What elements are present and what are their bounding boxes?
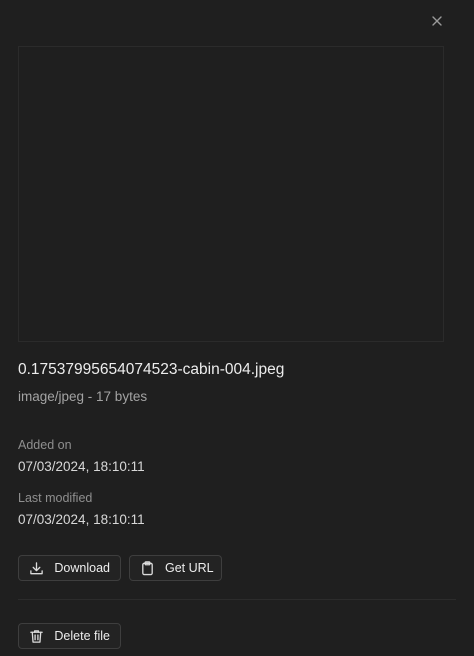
- download-icon: [29, 560, 44, 576]
- delete-file-label: Delete file: [54, 629, 110, 643]
- get-url-label: Get URL: [165, 561, 214, 575]
- added-on-value: 07/03/2024, 18:10:11: [18, 459, 145, 474]
- last-modified-label: Last modified: [18, 491, 93, 505]
- file-name: 0.17537995654074523-cabin-004.jpeg: [18, 361, 285, 378]
- trash-icon: [29, 628, 44, 644]
- download-button[interactable]: Download: [18, 555, 121, 581]
- download-label: Download: [54, 561, 110, 575]
- file-meta: image/jpeg - 17 bytes: [18, 389, 148, 404]
- added-on-label: Added on: [18, 438, 72, 452]
- divider: [18, 599, 456, 600]
- close-icon: [431, 14, 443, 32]
- last-modified-value: 07/03/2024, 18:10:11: [18, 512, 145, 527]
- image-preview: [18, 46, 444, 342]
- delete-file-button[interactable]: Delete file: [18, 623, 121, 649]
- clipboard-icon: [140, 560, 155, 576]
- get-url-button[interactable]: Get URL: [129, 555, 222, 581]
- close-button[interactable]: [428, 14, 446, 32]
- file-details-panel: 0.17537995654074523-cabin-004.jpeg image…: [0, 0, 474, 656]
